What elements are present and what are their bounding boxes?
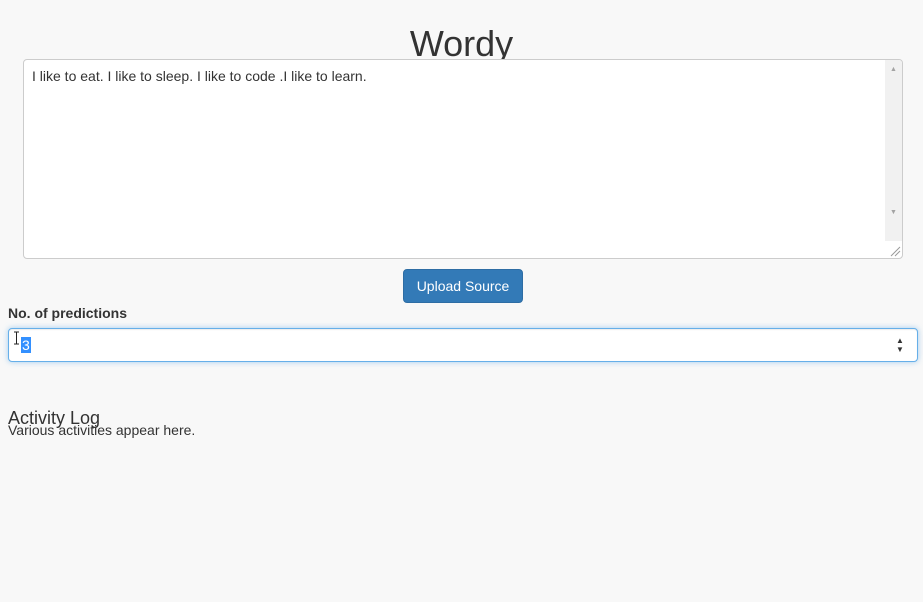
activity-log-message: Various activities appear here.	[8, 422, 196, 438]
resize-grip-icon[interactable]	[887, 243, 901, 257]
upload-source-button[interactable]: Upload Source	[403, 269, 523, 303]
predictions-value[interactable]: 3	[21, 337, 31, 353]
spin-up-icon[interactable]: ▲	[895, 336, 905, 345]
text-cursor-icon	[12, 331, 21, 345]
scroll-down-arrow-icon[interactable]: ▼	[885, 206, 902, 220]
predictions-number-input[interactable]: 3 ▲ ▼	[8, 328, 918, 362]
vertical-scrollbar[interactable]: ▲ ▼	[885, 60, 902, 241]
spin-down-icon[interactable]: ▼	[895, 345, 905, 354]
number-spinner[interactable]: ▲ ▼	[895, 336, 905, 354]
source-text[interactable]: I like to eat. I like to sleep. I like t…	[32, 68, 878, 85]
source-textarea[interactable]: I like to eat. I like to sleep. I like t…	[23, 59, 903, 259]
scroll-up-arrow-icon[interactable]: ▲	[885, 63, 902, 77]
predictions-label: No. of predictions	[8, 305, 127, 321]
